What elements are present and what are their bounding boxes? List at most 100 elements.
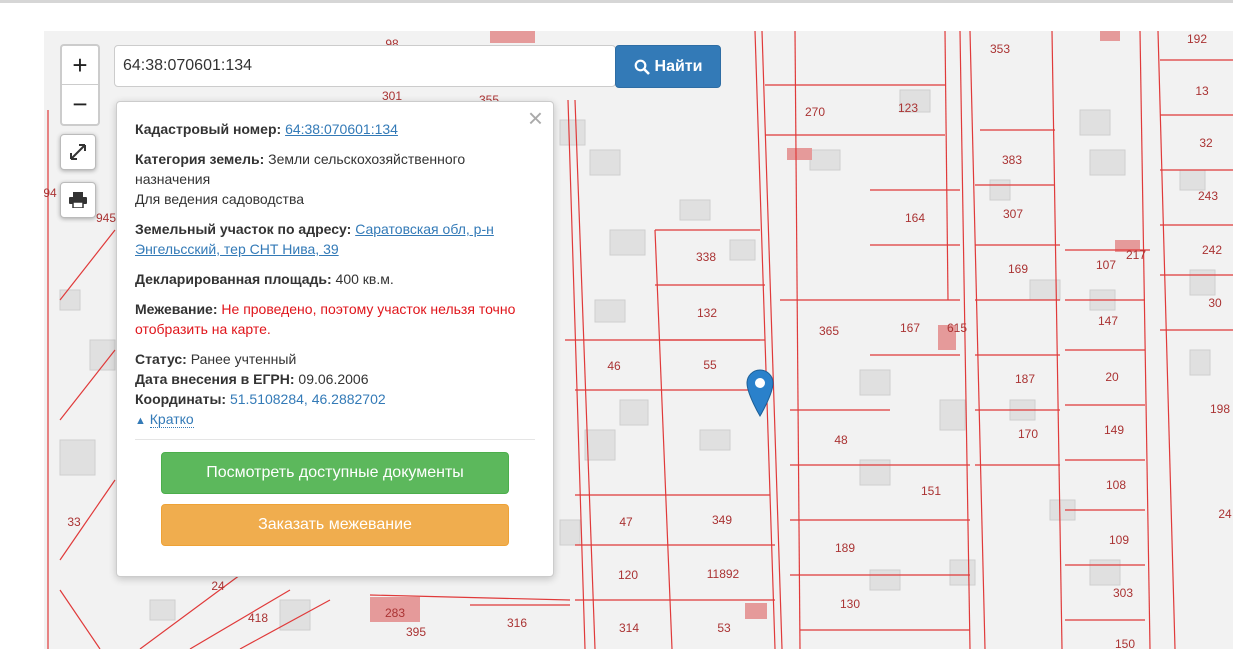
parcel-number-label: 189	[835, 541, 855, 555]
parcel-boundary	[794, 31, 801, 649]
parcel-number-label: 170	[1018, 427, 1038, 441]
parcel-number-label: 307	[1003, 207, 1023, 221]
building	[1089, 559, 1121, 586]
parcel-number-label: 123	[898, 101, 918, 115]
parcel-number-label: 132	[697, 306, 717, 320]
parcel-boundary	[969, 31, 986, 649]
parcel-boundary	[944, 31, 949, 301]
parcel-number-label: 164	[905, 211, 925, 225]
order-survey-button[interactable]: Заказать межевание	[161, 504, 509, 546]
zoom-control: + −	[60, 44, 100, 126]
caret-up-icon: ▲	[135, 415, 146, 427]
zoom-in-button[interactable]: +	[62, 46, 98, 85]
building-highlight	[490, 31, 535, 43]
parcel-number-label: 30	[1208, 296, 1222, 310]
area-label: Декларированная площадь:	[135, 271, 332, 287]
building	[279, 599, 311, 631]
building-highlight	[745, 603, 767, 619]
building	[589, 149, 621, 176]
building	[869, 569, 901, 591]
close-icon[interactable]: ×	[528, 105, 543, 131]
parcel-number-label: 192	[1187, 32, 1207, 46]
parcel-number-label: 109	[1109, 533, 1129, 547]
find-button[interactable]: Найти	[615, 45, 721, 88]
parcel-number-label: 418	[248, 611, 268, 625]
parcel-boundary	[1139, 31, 1151, 649]
building	[949, 559, 976, 586]
building	[699, 429, 731, 451]
parcel-number-label: 615	[947, 321, 967, 335]
parcel-number-label: 46	[607, 359, 621, 373]
land-use: Для ведения садоводства	[135, 191, 305, 207]
building	[59, 289, 81, 311]
building	[559, 119, 586, 146]
parcel-number-label: 130	[840, 597, 860, 611]
parcel-number-label: 108	[1106, 478, 1126, 492]
status-label: Статус:	[135, 351, 187, 367]
parcel-number-label: 316	[507, 616, 527, 630]
location-marker-icon[interactable]	[745, 368, 775, 418]
parcel-boundary	[59, 349, 116, 421]
parcel-number-label: 303	[1113, 586, 1133, 600]
parcel-number-label: 150	[1115, 637, 1135, 649]
area-value: 400 кв.м.	[335, 271, 394, 287]
parcel-boundary	[59, 229, 116, 301]
building	[1179, 169, 1206, 191]
building	[59, 439, 96, 476]
date-label: Дата внесения в ЕГРН:	[135, 371, 295, 387]
building	[729, 239, 756, 261]
fullscreen-button[interactable]	[60, 134, 96, 170]
building	[619, 399, 649, 426]
cad-number-link[interactable]: 64:38:070601:134	[285, 121, 398, 137]
expand-icon	[70, 144, 86, 160]
cadastral-search-input[interactable]	[114, 45, 616, 87]
collapse-toggle[interactable]: ▲ Кратко	[135, 409, 535, 431]
parcel-number-label: 187	[1015, 372, 1035, 386]
parcel-number-label: 24	[211, 579, 225, 593]
coords-label: Координаты:	[135, 391, 227, 407]
page-top-bar	[0, 0, 1233, 3]
find-button-label: Найти	[654, 57, 703, 75]
parcel-number-label: 349	[712, 513, 732, 527]
parcel-number-label: 120	[618, 568, 638, 582]
parcel-number-label: 217	[1126, 248, 1146, 262]
building	[149, 599, 176, 621]
parcel-number-label: 383	[1002, 153, 1022, 167]
divider	[135, 439, 535, 440]
parcel-number-label: 107	[1096, 258, 1116, 272]
parcel-boundary	[654, 229, 673, 649]
parcel-number-label: 314	[619, 621, 639, 635]
parcel-number-label: 13	[1195, 84, 1209, 98]
parcel-number-label: 338	[696, 250, 716, 264]
parcel-number-label: 198	[1210, 402, 1230, 416]
parcel-number-label: 395	[406, 625, 426, 639]
parcel-number-label: 353	[990, 42, 1010, 56]
building	[1189, 269, 1216, 296]
view-documents-button[interactable]: Посмотреть доступные документы	[161, 452, 509, 494]
cad-label: Кадастровый номер:	[135, 121, 282, 137]
parcel-number-label: 94	[44, 186, 57, 200]
print-button[interactable]	[60, 182, 96, 218]
parcel-boundary	[567, 99, 586, 649]
building	[809, 149, 841, 171]
parcel-boundary	[1157, 31, 1176, 649]
parcel-number-label: 945	[96, 211, 116, 225]
parcel-boundary	[189, 589, 291, 649]
building	[584, 429, 616, 461]
zoom-out-button[interactable]: −	[62, 85, 98, 123]
building	[859, 369, 891, 396]
parcel-number-label: 47	[619, 515, 633, 529]
survey-label: Межевание:	[135, 301, 218, 317]
building	[594, 299, 626, 323]
parcel-number-label: 147	[1098, 314, 1118, 328]
building-highlight	[787, 148, 812, 160]
building	[1079, 109, 1111, 136]
parcel-number-label: 243	[1198, 189, 1218, 203]
parcel-number-label: 283	[385, 606, 405, 620]
parcel-number-label: 167	[900, 321, 920, 335]
collapse-label: Кратко	[149, 411, 194, 428]
date-value: 09.06.2006	[298, 371, 369, 387]
building	[559, 519, 581, 546]
building	[939, 399, 966, 431]
building	[1189, 349, 1211, 376]
